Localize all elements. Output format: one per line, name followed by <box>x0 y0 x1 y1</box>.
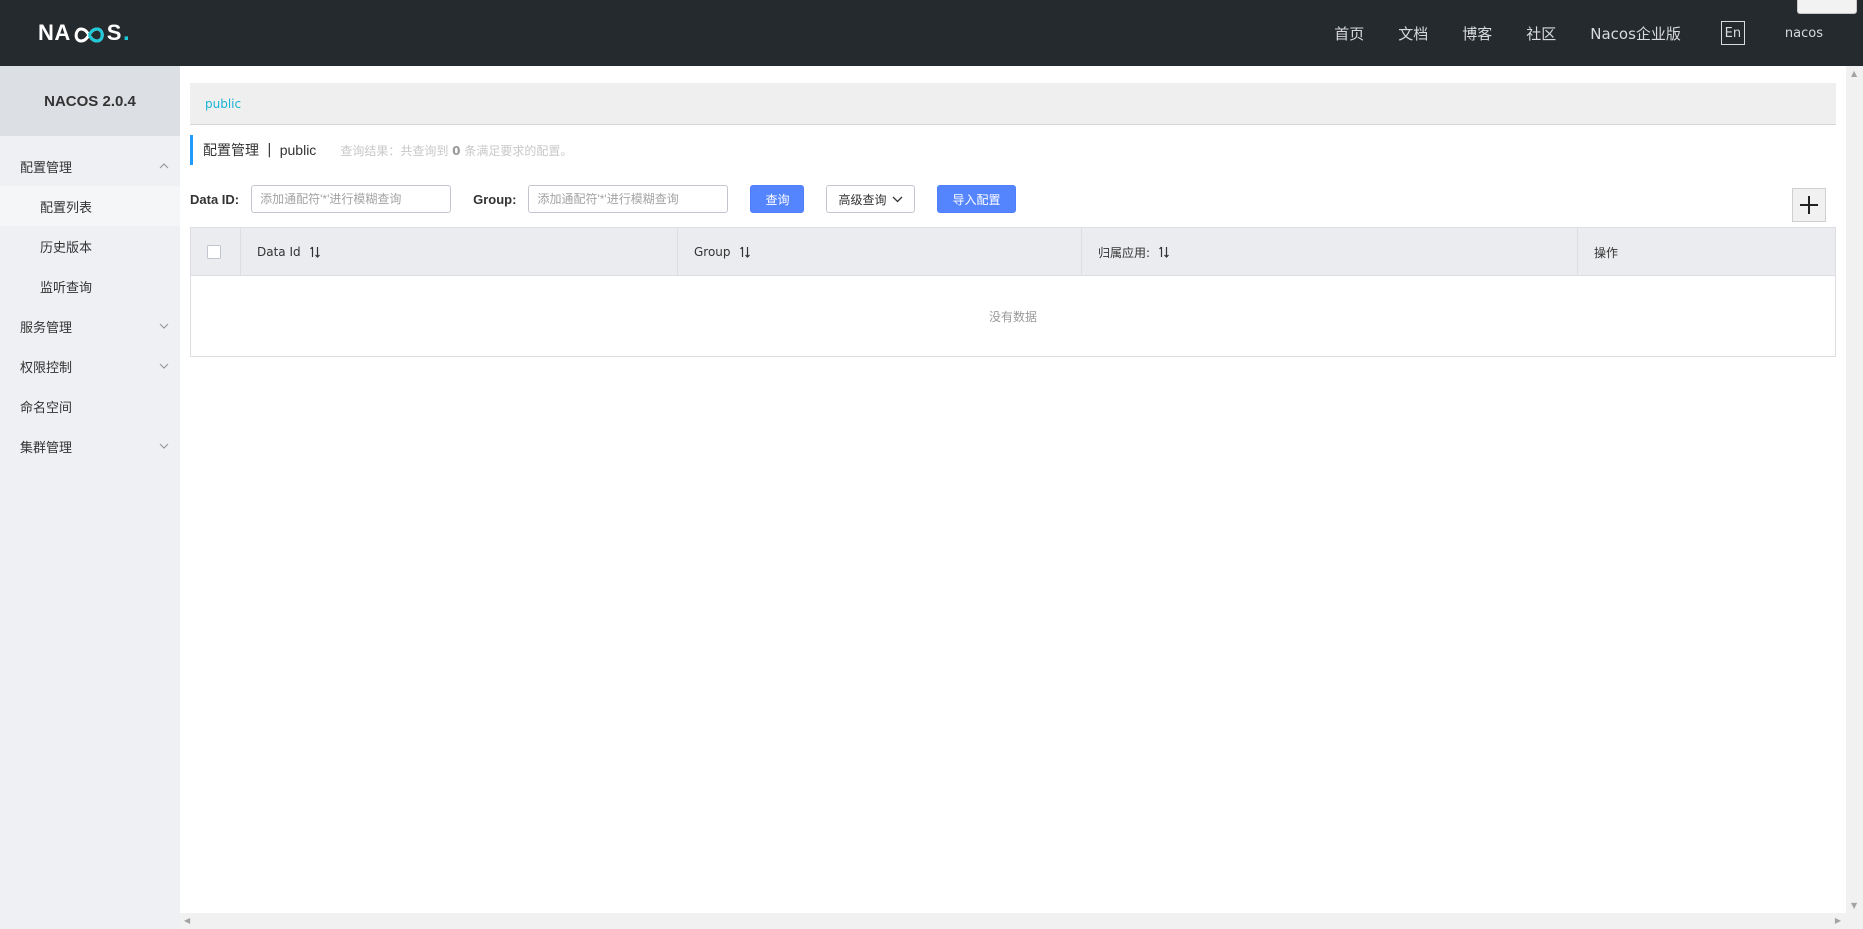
sidebar: NACOS 2.0.4 配置管理 配置列表 历史版本 监听查询 服务管理 权限控… <box>0 66 180 929</box>
chevron-down-icon <box>158 320 170 332</box>
scroll-up-arrow-icon[interactable]: ▲ <box>1851 69 1857 78</box>
horizontal-scrollbar[interactable]: ◀ ▶ <box>180 913 1863 929</box>
column-label: 归属应用: <box>1098 245 1151 260</box>
sidebar-item-access-control[interactable]: 权限控制 <box>0 346 180 386</box>
data-id-input[interactable] <box>251 185 452 213</box>
data-id-label: Data ID: <box>190 191 240 207</box>
nav-docs[interactable]: 文档 <box>1398 23 1428 44</box>
user-menu[interactable]: nacos <box>1785 26 1823 41</box>
plus-icon <box>1800 196 1818 214</box>
logo-dot: . <box>122 19 131 46</box>
sidebar-item-label: 配置管理 <box>20 160 73 176</box>
sidebar-item-config-list[interactable]: 配置列表 <box>0 186 180 226</box>
vertical-scrollbar[interactable]: ▲ ▼ <box>1846 66 1863 913</box>
advanced-query-button[interactable]: 高级查询 <box>826 185 916 213</box>
nav-blog[interactable]: 博客 <box>1462 23 1492 44</box>
namespace-bar: public <box>190 83 1836 125</box>
chevron-down-icon <box>158 440 170 452</box>
chevron-down-icon <box>893 196 903 202</box>
result-count: 0 <box>452 143 461 158</box>
sidebar-menu: 配置管理 配置列表 历史版本 监听查询 服务管理 权限控制 命名空间 集群管理 <box>0 136 180 466</box>
scroll-down-arrow-icon[interactable]: ▼ <box>1851 901 1857 910</box>
version-label: NACOS 2.0.4 <box>0 66 180 136</box>
title-separator: | <box>267 142 272 158</box>
select-all-checkbox[interactable] <box>207 245 221 259</box>
nacos-logo[interactable]: NA S . <box>38 19 130 47</box>
scroll-left-arrow-icon[interactable]: ◀ <box>184 916 190 925</box>
top-nav: 首页 文档 博客 社区 Nacos企业版 En nacos <box>1300 0 1863 66</box>
sidebar-item-cluster-management[interactable]: 集群管理 <box>0 426 180 466</box>
sidebar-item-label: 服务管理 <box>20 320 73 336</box>
group-label: Group: <box>473 191 517 207</box>
column-label: 操作 <box>1594 245 1619 260</box>
add-config-button[interactable] <box>1792 188 1826 222</box>
sidebar-item-service-management[interactable]: 服务管理 <box>0 306 180 346</box>
select-all-cell <box>191 228 241 276</box>
column-header-actions: 操作 <box>1578 228 1835 276</box>
sidebar-item-listener-query[interactable]: 监听查询 <box>0 266 180 306</box>
sidebar-item-label: 权限控制 <box>20 360 73 376</box>
column-header-data-id: Data Id <box>241 228 678 276</box>
result-prefix: 查询结果：共查询到 <box>340 143 449 158</box>
result-suffix: 条满足要求的配置。 <box>464 143 573 158</box>
sort-icon[interactable] <box>309 246 321 258</box>
logo-infinity-icon <box>72 24 106 44</box>
chevron-down-icon <box>158 360 170 372</box>
sidebar-item-label: 集群管理 <box>20 440 73 456</box>
empty-table-message: 没有数据 <box>988 309 1037 324</box>
namespace-link-public[interactable]: public <box>205 97 241 111</box>
corner-button[interactable] <box>1797 0 1857 14</box>
sidebar-item-label: 命名空间 <box>20 400 73 416</box>
column-label: Group <box>694 245 731 259</box>
sidebar-item-label: 历史版本 <box>40 240 93 256</box>
config-table: Data Id Group 归属应用: 操作 没有数据 <box>190 227 1836 357</box>
logo-text-right: S <box>106 20 122 45</box>
query-result-text: 查询结果：共查询到 0 条满足要求的配置。 <box>340 142 572 159</box>
nav-community[interactable]: 社区 <box>1526 23 1556 44</box>
top-header: NA S . 首页 文档 博客 社区 Nacos企业版 En nacos <box>0 0 1863 66</box>
logo-text-left: NA <box>38 20 71 45</box>
column-header-app: 归属应用: <box>1082 228 1578 276</box>
table-header: Data Id Group 归属应用: 操作 <box>191 228 1835 276</box>
sidebar-item-label: 监听查询 <box>40 280 93 296</box>
query-button[interactable]: 查询 <box>750 185 805 213</box>
sidebar-item-label: 配置列表 <box>40 200 93 216</box>
nav-enterprise[interactable]: Nacos企业版 <box>1590 23 1681 44</box>
page-title-text: 配置管理 <box>203 143 259 159</box>
page-title: 配置管理 | public 查询结果：共查询到 0 条满足要求的配置。 <box>190 135 572 165</box>
sidebar-item-namespace[interactable]: 命名空间 <box>0 386 180 426</box>
sidebar-item-history[interactable]: 历史版本 <box>0 226 180 266</box>
sort-icon[interactable] <box>1158 246 1170 258</box>
filter-bar: Data ID: Group: 查询 高级查询 导入配置 <box>190 185 1016 213</box>
column-label: Data Id <box>257 245 301 259</box>
import-config-button[interactable]: 导入配置 <box>937 185 1016 213</box>
sort-icon[interactable] <box>739 246 751 258</box>
advanced-query-label: 高级查询 <box>838 192 887 207</box>
scroll-right-arrow-icon[interactable]: ▶ <box>1835 916 1841 925</box>
sidebar-item-config-management[interactable]: 配置管理 <box>0 146 180 186</box>
title-namespace: public <box>279 142 317 158</box>
chevron-up-icon <box>158 160 170 172</box>
language-switch-button[interactable]: En <box>1720 21 1745 45</box>
group-input[interactable] <box>528 185 729 213</box>
main-content: public 配置管理 | public 查询结果：共查询到 0 条满足要求的配… <box>180 66 1843 913</box>
nav-home[interactable]: 首页 <box>1334 23 1364 44</box>
column-header-group: Group <box>678 228 1082 276</box>
